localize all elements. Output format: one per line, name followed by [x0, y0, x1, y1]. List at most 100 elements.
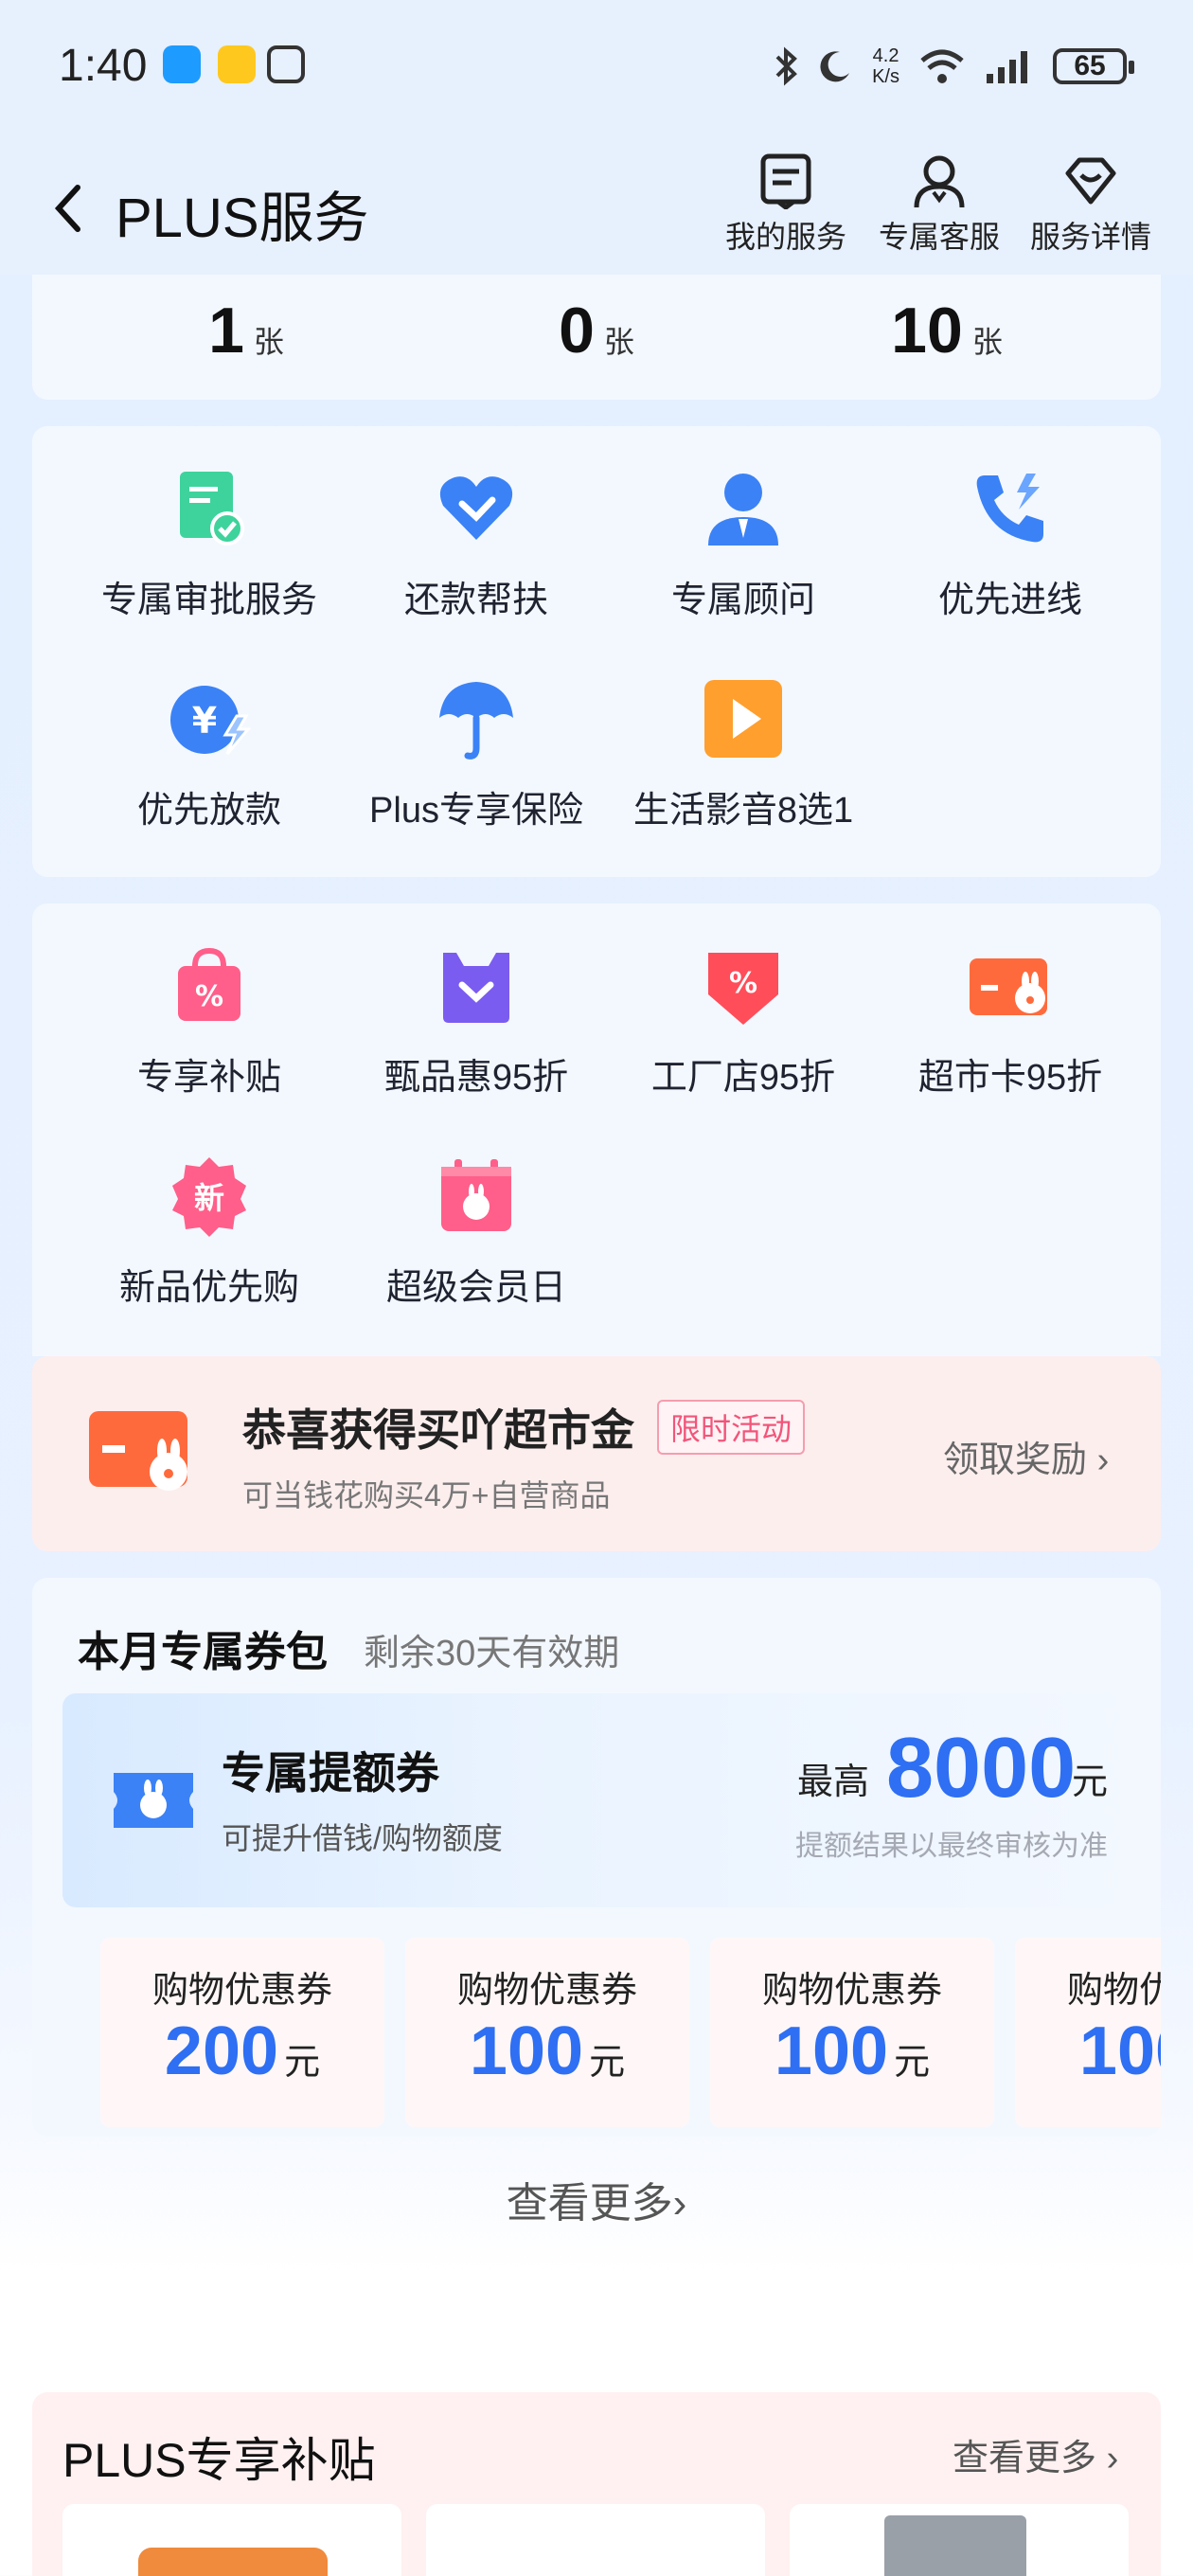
summary-item[interactable]: 0张: [454, 294, 739, 367]
my-service-label: 我的服务: [724, 220, 846, 254]
benefit-factory-store[interactable]: % 工厂店95折: [610, 943, 877, 1100]
service-details-button[interactable]: 服务详情: [1024, 152, 1157, 257]
service-label: 专属顾问: [670, 581, 815, 620]
benefit-label: 新品优先购: [118, 1268, 299, 1308]
service-label: 还款帮扶: [403, 581, 548, 620]
coupon-pack-title: 本月专属券包: [78, 1629, 328, 1675]
claim-reward-link[interactable]: 领取奖励 ›: [943, 1430, 1109, 1482]
calendar-icon: [441, 1159, 511, 1231]
benefit-select-goods[interactable]: 甄品惠95折: [343, 943, 610, 1100]
service-label: 生活影音8选1: [632, 791, 854, 831]
summary-count: 1: [208, 295, 244, 367]
shopping-coupon[interactable]: 购物优惠券 100元: [1015, 1938, 1161, 2127]
signal-icon: [987, 51, 1027, 83]
service-label: 专属审批服务: [100, 581, 317, 620]
coupon-value: 200: [164, 2013, 279, 2089]
plus-subsidy-section: PLUS专享补贴 查看更多 ›: [32, 2392, 1161, 2576]
document-icon: [760, 153, 811, 209]
customer-service-button[interactable]: 专属客服: [873, 152, 1006, 257]
supermarket-gold-banner[interactable]: 恭喜获得买吖超市金 限时活动 可当钱花购买4万+自营商品 领取奖励 ›: [32, 1356, 1161, 1551]
benefits-card: % 专享补贴 甄品惠95折 % 工厂店95折 超市卡95折 新 新品优先购 超级…: [32, 903, 1161, 1356]
quota-amount: 8000: [886, 1721, 1077, 1816]
net-speed-unit: K/s: [872, 66, 899, 87]
monthly-coupon-pack: 本月专属券包 剩余30天有效期 专属提额券 可提升借钱/购物额度 最高 8000…: [32, 1578, 1161, 2137]
customer-service-icon: [914, 155, 965, 208]
shopping-coupon[interactable]: 购物优惠券 100元: [405, 1938, 689, 2127]
product-card[interactable]: [426, 2504, 765, 2576]
shopping-coupon[interactable]: 购物优惠券 200 元: [100, 1938, 384, 2127]
summary-count: 10: [891, 295, 963, 367]
subsidy-view-more-link[interactable]: 查看更多 ›: [953, 2428, 1118, 2480]
battery-indicator: 65: [1053, 48, 1134, 84]
quota-max-label: 最高: [797, 1762, 870, 1802]
chevron-left-icon[interactable]: [45, 180, 93, 237]
phone-lightning-icon: [976, 474, 1043, 543]
discount-bag-icon: %: [178, 947, 240, 1021]
chevron-right-icon: ›: [1096, 1440, 1110, 1480]
summary-unit: 张: [253, 325, 284, 359]
yuan-lightning-icon: ¥: [170, 686, 252, 755]
quota-increase-coupon[interactable]: 专属提额券 可提升借钱/购物额度 最高 8000 元 提额结果以最终审核为准: [62, 1693, 1136, 1907]
service-repayment-help[interactable]: 还款帮扶: [343, 466, 610, 622]
coupon-value: 100: [774, 2013, 889, 2089]
message-app-icon: [163, 45, 201, 83]
benefit-exclusive-subsidy[interactable]: % 专享补贴: [76, 943, 343, 1100]
coupon-title: 购物优惠券: [151, 1971, 332, 2011]
benefit-label: 专享补贴: [136, 1058, 281, 1098]
nfc-icon: [267, 45, 305, 83]
bluetooth-icon: [775, 46, 798, 86]
benefit-label: 超级会员日: [385, 1268, 566, 1308]
banner-subtitle: 可当钱花购买4万+自营商品: [242, 1478, 611, 1512]
chevron-right-icon: ›: [1106, 2439, 1119, 2478]
service-advisor[interactable]: 专属顾问: [610, 466, 877, 622]
status-right-group: 4.2 K/s 65: [774, 38, 1134, 95]
summary-item[interactable]: 1张: [104, 294, 388, 367]
approval-doc-icon: [180, 472, 244, 546]
coupon-value: 100: [469, 2013, 584, 2089]
page-title: PLUS服务: [116, 188, 369, 249]
coupon-value: 100: [1078, 2013, 1161, 2089]
coupon-unit: 元: [894, 2043, 931, 2083]
net-speed: 4.2 K/s: [872, 45, 899, 87]
service-priority-loan[interactable]: ¥ 优先放款: [76, 676, 343, 832]
wifi-icon: [920, 49, 964, 83]
service-exclusive-approval[interactable]: 专属审批服务: [76, 466, 343, 622]
product-card[interactable]: [62, 2504, 401, 2576]
service-priority-line[interactable]: 优先进线: [877, 466, 1144, 622]
market-card-icon: [970, 958, 1047, 1015]
summary-item[interactable]: 10 张: [805, 294, 1089, 367]
svg-text:¥: ¥: [192, 700, 217, 742]
my-service-button[interactable]: 我的服务: [720, 152, 852, 257]
discount-tag-icon: %: [708, 953, 778, 1025]
benefit-label: 超市卡95折: [917, 1058, 1103, 1098]
benefit-member-day[interactable]: 超级会员日: [343, 1154, 610, 1310]
heart-hands-icon: [439, 476, 513, 540]
play-icon: [704, 680, 782, 758]
service-label: 优先放款: [136, 791, 281, 831]
service-plus-insurance[interactable]: Plus专享保险: [343, 676, 610, 832]
service-life-media[interactable]: 生活影音8选1: [610, 676, 877, 832]
product-card[interactable]: [790, 2504, 1129, 2576]
quota-note: 提额结果以最终审核为准: [795, 1831, 1108, 1862]
quota-title: 专属提额券: [222, 1748, 439, 1798]
svg-text:%: %: [195, 980, 223, 1013]
service-label: 优先进线: [937, 581, 1082, 620]
shopping-coupon[interactable]: 购物优惠券 100元: [710, 1938, 994, 2127]
service-details-label: 服务详情: [1029, 220, 1151, 254]
coupon-title: 购物优惠券: [456, 1971, 637, 2011]
advisor-icon: [708, 474, 778, 546]
summary-unit: 张: [603, 325, 634, 359]
moon-icon: [820, 51, 850, 82]
shopping-coupon-row[interactable]: 购物优惠券 200元 购物优惠券 100元 购物优惠券 100元 购物优惠券 1…: [62, 1928, 1161, 2131]
new-badge-text: 新: [194, 1180, 224, 1216]
benefit-supermarket-card[interactable]: 超市卡95折: [877, 943, 1144, 1100]
plus-services-card: 专属审批服务 还款帮扶 专属顾问 优先进线 ¥ 优先放款 Plus专享保险 生活…: [32, 426, 1161, 877]
limited-activity-badge: 限时活动: [657, 1400, 806, 1455]
customer-service-label: 专属客服: [878, 220, 1000, 254]
shopping-bag-heart-icon: [443, 953, 509, 1023]
subsidy-title: PLUS专享补贴: [62, 2434, 376, 2487]
view-more-coupons-link[interactable]: 查看更多›: [0, 2169, 1193, 2229]
car-app-icon: [218, 45, 256, 83]
benefit-new-products[interactable]: 新 新品优先购: [76, 1154, 343, 1310]
ticket-icon: [114, 1773, 193, 1828]
